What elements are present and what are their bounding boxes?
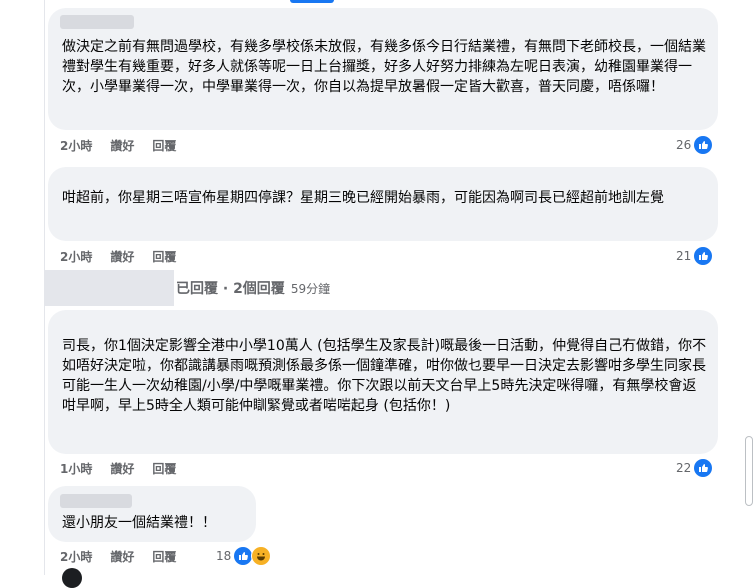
comment-time[interactable]: 2小時 bbox=[60, 548, 92, 565]
reaction-number: 21 bbox=[676, 249, 692, 263]
comment-bubble: 做決定之前有無問過學校，有幾多學校係未放假，有幾多係今日行結業禮，有無問下老師校… bbox=[48, 8, 718, 130]
reaction-count[interactable]: 21 bbox=[676, 247, 713, 265]
like-icon bbox=[234, 547, 253, 565]
like-button[interactable]: 讚好 bbox=[110, 548, 134, 565]
like-icon bbox=[694, 459, 713, 477]
avatar[interactable] bbox=[62, 568, 82, 588]
like-button[interactable]: 讚好 bbox=[110, 248, 134, 265]
comment-text: 司長，你1個決定影響全港中小學10萬人 (包括學生及家長計)嘅最後一日活動，仲覺… bbox=[62, 338, 707, 414]
reaction-number: 26 bbox=[676, 138, 692, 152]
replies-label: 已回覆 · 2個回覆 bbox=[176, 281, 285, 297]
comment-time[interactable]: 2小時 bbox=[60, 137, 92, 154]
like-button[interactable]: 讚好 bbox=[110, 460, 134, 477]
comment-actions: 2小時 讚好 回覆 bbox=[60, 548, 176, 565]
reaction-number: 18 bbox=[216, 549, 232, 563]
comment-bubble: 咁超前，你星期三唔宣佈星期四停課？星期三晚已經開始暴雨，可能因為啊司長已經超前地… bbox=[48, 167, 718, 241]
redacted-author-name[interactable] bbox=[60, 15, 134, 29]
replies-time: 59分鐘 bbox=[290, 281, 331, 296]
comment-text: 還小朋友一個結業禮！！ bbox=[62, 515, 216, 531]
view-replies-link[interactable]: 已回覆 · 2個回覆 59分鐘 bbox=[176, 278, 330, 298]
like-icon bbox=[694, 247, 713, 265]
comment-bubble: 還小朋友一個結業禮！！ bbox=[48, 486, 256, 542]
comment-text: 做決定之前有無問過學校，有幾多學校係未放假，有幾多係今日行結業禮，有無問下老師校… bbox=[62, 39, 706, 95]
scrollbar[interactable] bbox=[745, 436, 753, 506]
reply-button[interactable]: 回覆 bbox=[152, 548, 176, 565]
comment-actions: 2小時 讚好 回覆 bbox=[60, 248, 176, 265]
comment-actions: 2小時 讚好 回覆 bbox=[60, 137, 176, 154]
like-button[interactable]: 讚好 bbox=[110, 137, 134, 154]
comment-time[interactable]: 1小時 bbox=[60, 460, 92, 477]
comment-actions: 1小時 讚好 回覆 bbox=[60, 460, 176, 477]
redacted-reply-preview bbox=[44, 270, 174, 306]
reaction-number: 22 bbox=[676, 461, 692, 475]
reply-button[interactable]: 回覆 bbox=[152, 248, 176, 265]
thread-rail bbox=[0, 0, 45, 575]
comment-bubble: 司長，你1個決定影響全港中小學10萬人 (包括學生及家長計)嘅最後一日活動，仲覺… bbox=[48, 310, 718, 454]
comment-text: 咁超前，你星期三唔宣佈星期四停課？星期三晚已經開始暴雨，可能因為啊司長已經超前地… bbox=[62, 190, 664, 206]
comment-time[interactable]: 2小時 bbox=[60, 248, 92, 265]
reaction-count[interactable]: 18 bbox=[216, 546, 272, 566]
active-indicator bbox=[290, 0, 334, 3]
reaction-count[interactable]: 22 bbox=[676, 459, 713, 477]
reply-button[interactable]: 回覆 bbox=[152, 137, 176, 154]
reaction-count[interactable]: 26 bbox=[676, 136, 713, 154]
redacted-author-name[interactable] bbox=[60, 494, 132, 508]
reply-button[interactable]: 回覆 bbox=[152, 460, 176, 477]
haha-icon bbox=[251, 546, 272, 566]
like-icon bbox=[694, 136, 713, 154]
